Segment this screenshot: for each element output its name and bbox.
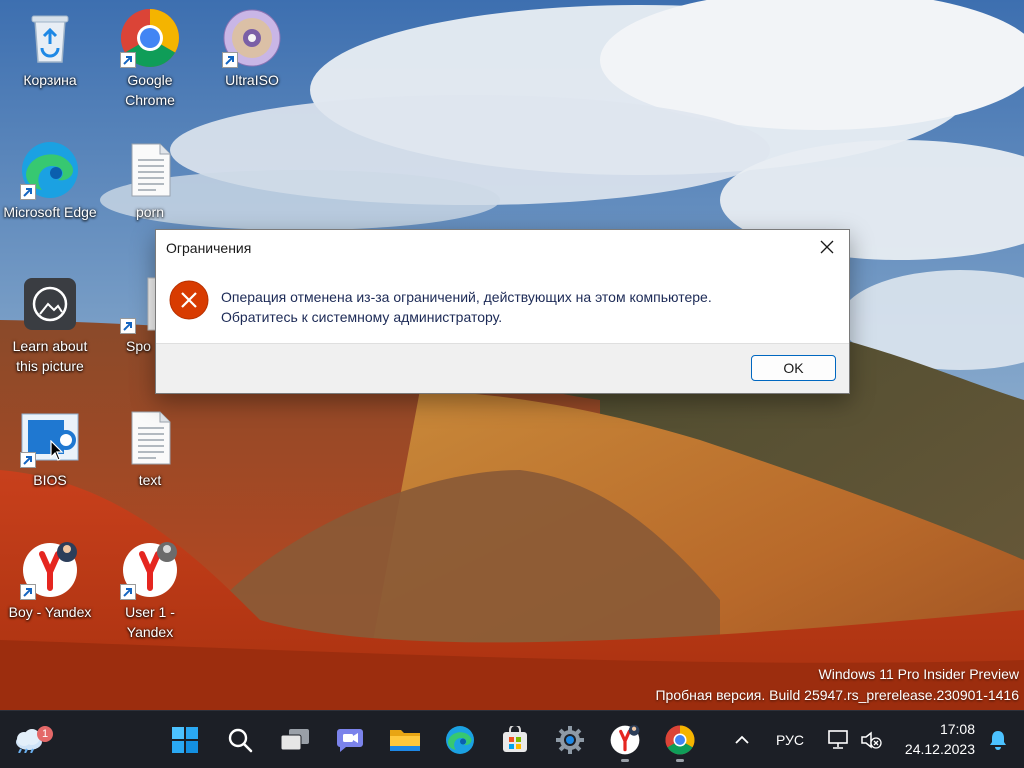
language-label: РУС — [775, 732, 805, 748]
start-button[interactable] — [165, 720, 205, 760]
text-file-icon — [131, 411, 171, 465]
language-indicator[interactable]: РУС — [768, 720, 812, 760]
shortcut-arrow-icon — [120, 52, 136, 68]
desktop-icon-learn-about-picture[interactable]: Learn about this picture — [2, 274, 98, 376]
windows-watermark: Windows 11 Pro Insider Preview Пробная в… — [655, 664, 1019, 706]
desktop-icon-ultraiso[interactable]: UltraISO — [204, 8, 300, 90]
task-view-button[interactable] — [275, 720, 315, 760]
restrictions-dialog: Ограничения Операция отменена из-за огра… — [155, 229, 850, 394]
chat-icon — [337, 729, 363, 752]
chrome-taskbar-button[interactable] — [660, 720, 700, 762]
edge-taskbar-button[interactable] — [440, 720, 480, 760]
clock-time: 17:08 — [939, 721, 975, 737]
show-hidden-icons-button[interactable] — [722, 720, 762, 760]
file-explorer-button[interactable] — [385, 720, 425, 760]
weather-widget[interactable]: 1 — [8, 720, 53, 760]
shortcut-arrow-icon — [120, 584, 136, 600]
yandex-taskbar-button[interactable] — [605, 720, 645, 762]
network-ethernet-icon — [828, 730, 848, 749]
desktop-icon-label: Boy - Yandex — [8, 604, 92, 620]
error-icon — [169, 280, 209, 320]
edge-icon — [446, 726, 474, 754]
shortcut-arrow-icon — [120, 318, 136, 334]
clock-date: 24.12.2023 — [904, 741, 975, 757]
desktop-icon-microsoft-edge[interactable]: Microsoft Edge — [2, 140, 98, 222]
notification-badge: 1 — [37, 726, 53, 742]
dialog-body: Операция отменена из-за ограничений, дей… — [156, 266, 849, 344]
running-indicator — [621, 759, 629, 762]
desktop-icon-text-file[interactable]: text — [102, 408, 198, 490]
taskbar: 1 РУС 17:08 24.12.2023 — [0, 710, 1024, 768]
settings-button[interactable] — [550, 720, 590, 760]
desktop-icon-label: Корзина — [23, 72, 77, 88]
search-icon — [228, 728, 253, 753]
close-icon — [820, 240, 834, 254]
clock[interactable]: 17:08 24.12.2023 — [893, 719, 975, 761]
task-view-icon — [280, 729, 309, 751]
desktop-icon-label: Google Chrome — [125, 72, 175, 108]
desktop-icon-boy-yandex[interactable]: Boy - Yandex — [2, 540, 98, 622]
desktop-icon-label: Microsoft Edge — [3, 204, 97, 220]
shortcut-arrow-icon — [20, 184, 36, 200]
volume-muted-icon — [861, 731, 882, 749]
desktop-icon-porn-file[interactable]: porn — [102, 140, 198, 222]
spotlight-camera-icon — [24, 278, 76, 330]
watermark-edition: Windows 11 Pro Insider Preview — [818, 666, 1019, 682]
shortcut-arrow-icon — [222, 52, 238, 68]
bell-icon — [990, 731, 1006, 750]
desktop-icon-label: User 1 - Yandex — [125, 604, 175, 640]
desktop-icon-label: UltraISO — [225, 72, 279, 88]
dialog-message: Операция отменена из-за ограничений, дей… — [221, 287, 712, 327]
store-icon — [503, 726, 527, 752]
desktop-icon-user1-yandex[interactable]: User 1 - Yandex — [102, 540, 198, 642]
dialog-titlebar[interactable]: Ограничения — [156, 230, 849, 266]
chrome-icon — [665, 725, 695, 755]
shortcut-arrow-icon — [20, 584, 36, 600]
ok-button[interactable]: OK — [751, 355, 836, 381]
desktop-icon-label: BIOS — [33, 472, 67, 488]
start-icon — [172, 727, 198, 753]
chevron-up-icon — [735, 735, 749, 744]
settings-icon — [556, 726, 584, 754]
recycle-bin-icon — [31, 15, 69, 63]
search-button[interactable] — [220, 720, 260, 760]
network-button[interactable] — [822, 720, 854, 760]
running-indicator — [676, 759, 684, 762]
chat-button[interactable] — [330, 720, 370, 760]
dialog-message-line1: Операция отменена из-за ограничений, дей… — [221, 289, 712, 305]
shortcut-arrow-icon — [20, 452, 36, 468]
desktop-icon-label: porn — [135, 204, 165, 220]
dialog-close-button[interactable] — [805, 230, 849, 264]
desktop-icon-recycle-bin[interactable]: Корзина — [2, 8, 98, 90]
file-explorer-icon — [390, 730, 420, 751]
notifications-button[interactable] — [978, 720, 1018, 760]
dialog-message-line2: Обратитесь к системному администратору. — [221, 309, 503, 325]
store-button[interactable] — [495, 720, 535, 760]
text-file-icon — [131, 143, 171, 197]
volume-button[interactable] — [855, 720, 887, 760]
yandex-icon — [610, 725, 640, 755]
dialog-title: Ограничения — [166, 240, 252, 256]
desktop-icon-label: text — [138, 472, 162, 488]
mouse-cursor-icon — [50, 440, 64, 461]
watermark-build: Пробная версия. Build 25947.rs_prereleas… — [655, 687, 1019, 703]
dialog-footer: OK — [156, 343, 849, 393]
desktop-icon-google-chrome[interactable]: Google Chrome — [102, 8, 198, 110]
desktop-icon-label: Learn about this picture — [12, 338, 88, 374]
